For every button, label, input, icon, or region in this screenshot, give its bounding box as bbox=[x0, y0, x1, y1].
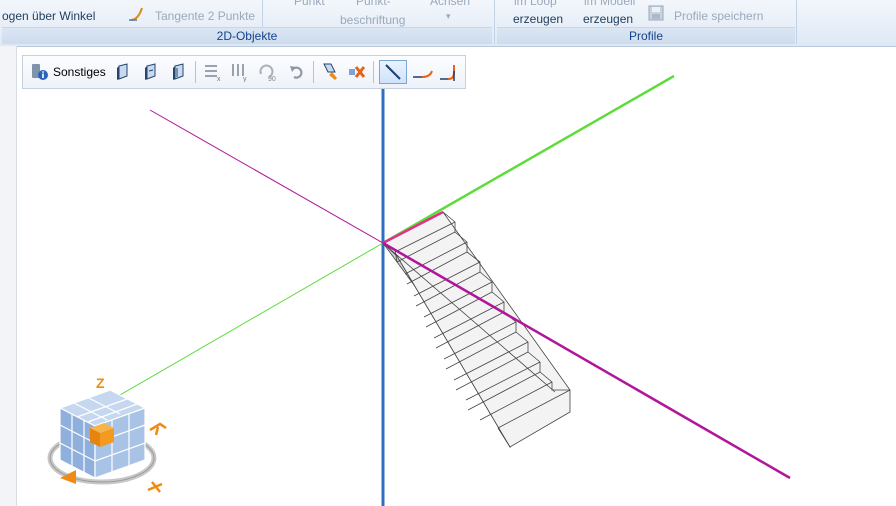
undo-button[interactable] bbox=[285, 60, 309, 84]
rotate-90-button[interactable]: 90 bbox=[255, 60, 279, 84]
extrude-shape-alt-icon bbox=[145, 63, 156, 80]
info-tools-icon bbox=[32, 64, 48, 80]
mirror-y-button[interactable]: y bbox=[227, 60, 251, 84]
line-tool-button[interactable] bbox=[379, 60, 407, 84]
delete-icon bbox=[349, 66, 366, 78]
rotate-90-icon: 90 bbox=[259, 64, 276, 82]
axis-magenta-positive bbox=[382, 241, 791, 480]
undo-icon bbox=[290, 66, 303, 79]
tangent-curve-button[interactable] bbox=[411, 60, 435, 84]
edit-point-icon bbox=[323, 63, 337, 80]
angle-curve-icon bbox=[440, 65, 455, 81]
tangent-curve-icon bbox=[413, 70, 433, 78]
extrude-shape-third-icon bbox=[173, 63, 184, 80]
line-tool-icon bbox=[385, 64, 401, 80]
view-cube[interactable]: Z bbox=[47, 375, 167, 493]
svg-text:x: x bbox=[217, 76, 221, 82]
angle-curve-button[interactable] bbox=[437, 60, 461, 84]
toolbar-divider bbox=[313, 61, 314, 83]
svg-text:y: y bbox=[243, 76, 247, 82]
mirror-x-button[interactable]: x bbox=[201, 60, 225, 84]
staircase-model[interactable] bbox=[382, 210, 571, 449]
mirror-x-icon: x bbox=[205, 65, 221, 82]
delete-button[interactable] bbox=[345, 60, 369, 84]
floating-toolbar: Sonstiges x y 90 bbox=[22, 55, 466, 89]
extrude-shape-button-1[interactable] bbox=[111, 60, 135, 84]
svg-text:90: 90 bbox=[268, 76, 276, 82]
toolbar-divider bbox=[195, 61, 196, 83]
svg-text:Z: Z bbox=[96, 375, 105, 391]
extrude-shape-icon bbox=[117, 63, 128, 80]
axis-magenta-negative bbox=[149, 109, 384, 244]
mirror-y-icon: y bbox=[232, 64, 247, 82]
axis-green-negative bbox=[119, 242, 384, 396]
edit-point-button[interactable] bbox=[319, 60, 343, 84]
sonstiges-label: Sonstiges bbox=[53, 65, 106, 79]
extrude-shape-button-2[interactable] bbox=[139, 60, 163, 84]
sonstiges-button[interactable] bbox=[27, 60, 51, 84]
axis-green-positive bbox=[382, 74, 675, 245]
toolbar-divider bbox=[373, 61, 374, 83]
extrude-shape-button-3[interactable] bbox=[167, 60, 191, 84]
